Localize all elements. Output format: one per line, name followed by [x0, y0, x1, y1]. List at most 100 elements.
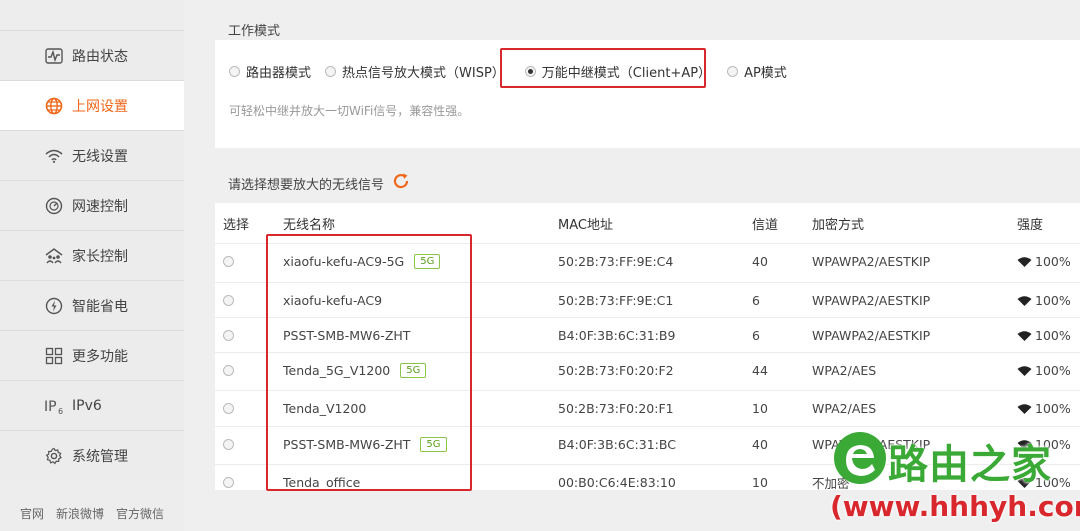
sidebar-item-label: 无线设置	[72, 148, 128, 165]
gear-icon	[44, 446, 64, 466]
sidebar-item-label: 路由状态	[72, 48, 128, 65]
speedometer-icon	[44, 196, 64, 216]
pulse-icon	[44, 46, 64, 66]
power-icon	[44, 296, 64, 316]
footer-links: 官网 新浪微博 官方微信	[20, 505, 164, 522]
row-select[interactable]	[223, 353, 240, 388]
row-mac: B4:0F:3B:6C:31:B9	[558, 328, 676, 343]
row-radio[interactable]	[223, 439, 234, 450]
header-mac: MAC地址	[558, 217, 613, 233]
row-mac: 50:2B:73:F0:20:F2	[558, 363, 674, 378]
row-select[interactable]	[223, 318, 240, 353]
row-strength: 100%	[1017, 318, 1071, 353]
strength-value: 100%	[1035, 254, 1071, 269]
sidebar-item-internet-settings[interactable]: 上网设置	[0, 80, 184, 130]
highlight-box-client-ap	[500, 48, 706, 88]
row-select[interactable]	[223, 244, 240, 279]
wifi-icon	[44, 146, 64, 166]
row-select[interactable]	[223, 283, 240, 318]
sidebar-item-more-functions[interactable]: 更多功能	[0, 330, 184, 380]
mode-option-wisp[interactable]: 热点信号放大模式（WISP）	[325, 62, 505, 81]
sidebar-item-label: IPv6	[72, 397, 102, 414]
row-mac: 00:B0:C6:4E:83:10	[558, 475, 676, 490]
row-encryption: WPAWPA2/AESTKIP	[812, 293, 931, 308]
footer-link-official-site[interactable]: 官网	[20, 505, 44, 522]
mode-radio-router[interactable]	[229, 66, 240, 77]
svg-text:IP: IP	[44, 399, 57, 415]
row-channel: 40	[752, 437, 768, 452]
strength-value: 100%	[1035, 401, 1071, 416]
row-select[interactable]	[223, 391, 240, 426]
row-strength: 100%	[1017, 244, 1071, 279]
signal-list-title-text: 请选择想要放大的无线信号	[228, 178, 385, 193]
row-channel: 10	[752, 401, 768, 416]
signal-strength-icon	[1017, 365, 1032, 376]
row-channel: 40	[752, 254, 768, 269]
strength-value: 100%	[1035, 293, 1071, 308]
sidebar-item-ipv6[interactable]: IP 6 IPv6	[0, 380, 184, 430]
work-mode-title: 工作模式	[228, 24, 281, 39]
signal-strength-icon	[1017, 256, 1032, 267]
row-radio[interactable]	[223, 365, 234, 376]
sidebar-item-label: 家长控制	[72, 248, 128, 265]
row-radio[interactable]	[223, 403, 234, 414]
signal-list-title: 请选择想要放大的无线信号	[228, 172, 410, 195]
sidebar-item-router-status[interactable]: 路由状态	[0, 30, 184, 80]
row-radio[interactable]	[223, 256, 234, 267]
row-channel: 44	[752, 363, 768, 378]
sidebar: 路由状态 上网设置 无线设置 网速控制 家长控制 智能省电 更多功能 IP 6 …	[0, 0, 184, 531]
mode-option-ap[interactable]: AP模式	[727, 62, 787, 81]
sidebar-item-label: 上网设置	[72, 98, 128, 115]
row-strength: 100%	[1017, 391, 1071, 426]
row-mac: 50:2B:73:FF:9E:C1	[558, 293, 674, 308]
row-encryption: WPA2/AES	[812, 401, 877, 416]
row-select[interactable]	[223, 427, 240, 462]
sidebar-item-parental-control[interactable]: 家长控制	[0, 230, 184, 280]
row-mac: 50:2B:73:F0:20:F1	[558, 401, 674, 416]
sidebar-item-power-saving[interactable]: 智能省电	[0, 280, 184, 330]
signal-strength-icon	[1017, 330, 1032, 341]
highlight-box-wifi-names	[266, 234, 472, 491]
row-encryption: WPAWPA2/AESTKIP	[812, 328, 931, 343]
header-strength: 强度	[1017, 217, 1044, 233]
row-radio[interactable]	[223, 330, 234, 341]
ipv6-icon: IP 6	[44, 396, 64, 416]
refresh-icon[interactable]	[392, 172, 410, 195]
row-channel: 10	[752, 475, 768, 490]
header-encryption: 加密方式	[812, 217, 865, 233]
signal-strength-icon	[1017, 403, 1032, 414]
sidebar-nav: 路由状态 上网设置 无线设置 网速控制 家长控制 智能省电 更多功能 IP 6 …	[0, 30, 184, 480]
footer-link-weibo[interactable]: 新浪微博	[56, 505, 104, 522]
mode-radio-ap[interactable]	[727, 66, 739, 77]
row-select[interactable]	[223, 465, 240, 490]
watermark-logo-icon	[834, 432, 886, 484]
row-radio[interactable]	[223, 295, 234, 306]
header-select: 选择	[223, 217, 250, 233]
header-channel: 信道	[752, 217, 779, 233]
row-mac: 50:2B:73:FF:9E:C4	[558, 254, 674, 269]
watermark-brand-text: 路由之家	[888, 442, 1052, 488]
footer-link-wechat[interactable]: 官方微信	[116, 505, 164, 522]
row-mac: B4:0F:3B:6C:31:BC	[558, 437, 676, 452]
watermark-url: (www.hhhyh.com)	[830, 490, 1080, 523]
row-radio[interactable]	[223, 477, 234, 488]
mode-option-label: AP模式	[744, 66, 787, 81]
row-strength: 100%	[1017, 353, 1071, 388]
row-strength: 100%	[1017, 283, 1071, 318]
signal-strength-icon	[1017, 295, 1032, 306]
row-encryption: WPA2/AES	[812, 363, 877, 378]
sidebar-item-label: 智能省电	[72, 298, 128, 315]
mode-radio-wisp[interactable]	[325, 66, 337, 77]
sidebar-item-speed-control[interactable]: 网速控制	[0, 180, 184, 230]
strength-value: 100%	[1035, 363, 1071, 378]
row-channel: 6	[752, 328, 760, 343]
family-icon	[44, 246, 64, 266]
sidebar-item-label: 网速控制	[72, 198, 128, 215]
mode-option-router[interactable]: 路由器模式	[229, 62, 311, 81]
sidebar-item-label: 系统管理	[72, 448, 128, 465]
grid-icon	[44, 346, 64, 366]
sidebar-item-wireless-settings[interactable]: 无线设置	[0, 130, 184, 180]
strength-value: 100%	[1035, 328, 1071, 343]
row-channel: 6	[752, 293, 760, 308]
sidebar-item-system-management[interactable]: 系统管理	[0, 430, 184, 480]
